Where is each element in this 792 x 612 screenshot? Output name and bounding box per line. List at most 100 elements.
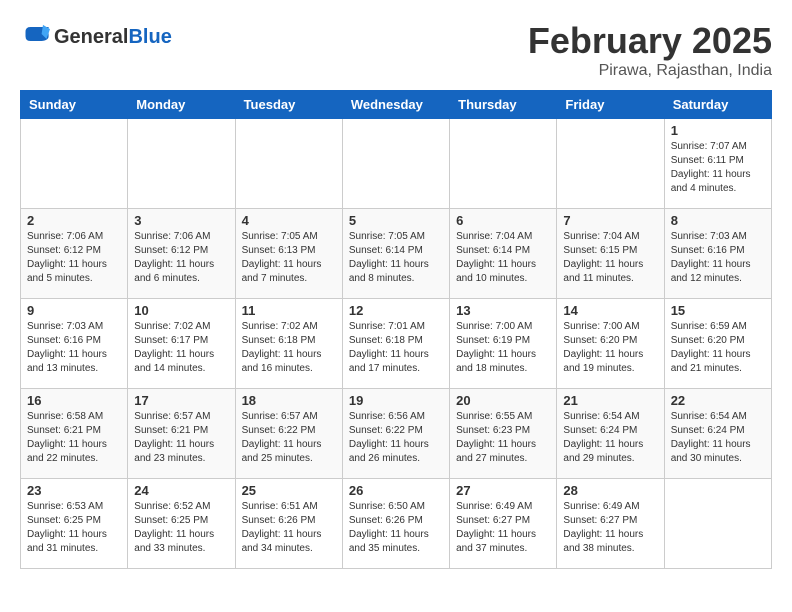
day-number: 12 <box>349 303 443 318</box>
calendar-cell: 14 Sunrise: 7:00 AM Sunset: 6:20 PM Dayli… <box>557 299 664 389</box>
day-info: Sunrise: 6:54 AM Sunset: 6:24 PM Dayligh… <box>671 410 765 466</box>
day-info: Sunrise: 6:59 AM Sunset: 6:20 PM Dayligh… <box>671 320 765 376</box>
day-info: Sunrise: 7:07 AM Sunset: 6:11 PM Dayligh… <box>671 140 765 196</box>
day-number: 2 <box>27 213 121 228</box>
col-header-monday: Monday <box>128 91 235 119</box>
day-info: Sunrise: 6:50 AM Sunset: 6:26 PM Dayligh… <box>349 500 443 556</box>
day-number: 22 <box>671 393 765 408</box>
day-number: 6 <box>456 213 550 228</box>
day-info: Sunrise: 6:57 AM Sunset: 6:22 PM Dayligh… <box>242 410 336 466</box>
calendar-cell: 9 Sunrise: 7:03 AM Sunset: 6:16 PM Daylig… <box>21 299 128 389</box>
calendar-cell: 12Sunrise: 7:01 AM Sunset: 6:18 PM Dayli… <box>342 299 449 389</box>
col-header-saturday: Saturday <box>664 91 771 119</box>
week-row-5: 23 Sunrise: 6:53 AM Sunset: 6:25 PM Dayli… <box>21 479 772 569</box>
day-info: Sunrise: 7:05 AM Sunset: 6:14 PM Dayligh… <box>349 230 443 286</box>
day-number: 5 <box>349 213 443 228</box>
logo-icon <box>22 20 50 48</box>
day-number: 4 <box>242 213 336 228</box>
day-number: 7 <box>563 213 657 228</box>
day-info: Sunrise: 6:55 AM Sunset: 6:23 PM Dayligh… <box>456 410 550 466</box>
day-number: 18 <box>242 393 336 408</box>
week-row-3: 9 Sunrise: 7:03 AM Sunset: 6:16 PM Daylig… <box>21 299 772 389</box>
sub-title: Pirawa, Rajasthan, India <box>528 62 772 80</box>
day-info: Sunrise: 7:04 AM Sunset: 6:15 PM Dayligh… <box>563 230 657 286</box>
calendar-cell: 27 Sunrise: 6:49 AM Sunset: 6:27 PM Dayli… <box>450 479 557 569</box>
day-number: 19 <box>349 393 443 408</box>
day-info: Sunrise: 7:00 AM Sunset: 6:20 PM Dayligh… <box>563 320 657 376</box>
day-info: Sunrise: 6:49 AM Sunset: 6:27 PM Dayligh… <box>563 500 657 556</box>
calendar-cell: 25Sunrise: 6:51 AM Sunset: 6:26 PM Dayli… <box>235 479 342 569</box>
day-number: 24 <box>134 483 228 498</box>
week-row-4: 16 Sunrise: 6:58 AM Sunset: 6:21 PM Dayli… <box>21 389 772 479</box>
day-info: Sunrise: 6:54 AM Sunset: 6:24 PM Dayligh… <box>563 410 657 466</box>
col-header-friday: Friday <box>557 91 664 119</box>
calendar-cell: 23 Sunrise: 6:53 AM Sunset: 6:25 PM Dayli… <box>21 479 128 569</box>
day-number: 16 <box>27 393 121 408</box>
day-number: 13 <box>456 303 550 318</box>
day-info: Sunrise: 7:00 AM Sunset: 6:19 PM Dayligh… <box>456 320 550 376</box>
day-number: 9 <box>27 303 121 318</box>
calendar-cell: 2 Sunrise: 7:06 AM Sunset: 6:12 PM Daylig… <box>21 209 128 299</box>
day-number: 15 <box>671 303 765 318</box>
day-info: Sunrise: 7:04 AM Sunset: 6:14 PM Dayligh… <box>456 230 550 286</box>
week-row-1: 1 Sunrise: 7:07 AM Sunset: 6:11 PM Daylig… <box>21 119 772 209</box>
main-title: February 2025 <box>528 20 772 62</box>
calendar-cell <box>450 119 557 209</box>
calendar-cell: 15 Sunrise: 6:59 AM Sunset: 6:20 PM Dayli… <box>664 299 771 389</box>
day-number: 23 <box>27 483 121 498</box>
day-info: Sunrise: 6:52 AM Sunset: 6:25 PM Dayligh… <box>134 500 228 556</box>
day-info: Sunrise: 7:06 AM Sunset: 6:12 PM Dayligh… <box>27 230 121 286</box>
day-info: Sunrise: 6:58 AM Sunset: 6:21 PM Dayligh… <box>27 410 121 466</box>
day-number: 8 <box>671 213 765 228</box>
col-header-wednesday: Wednesday <box>342 91 449 119</box>
calendar-cell: 28 Sunrise: 6:49 AM Sunset: 6:27 PM Dayli… <box>557 479 664 569</box>
day-number: 1 <box>671 123 765 138</box>
day-info: Sunrise: 7:05 AM Sunset: 6:13 PM Dayligh… <box>242 230 336 286</box>
day-number: 25 <box>242 483 336 498</box>
col-header-thursday: Thursday <box>450 91 557 119</box>
day-info: Sunrise: 6:57 AM Sunset: 6:21 PM Dayligh… <box>134 410 228 466</box>
calendar-cell: 13 Sunrise: 7:00 AM Sunset: 6:19 PM Dayli… <box>450 299 557 389</box>
day-number: 27 <box>456 483 550 498</box>
calendar-cell: 8Sunrise: 7:03 AM Sunset: 6:16 PM Daylig… <box>664 209 771 299</box>
calendar-cell: 6 Sunrise: 7:04 AM Sunset: 6:14 PM Daylig… <box>450 209 557 299</box>
calendar-cell: 1 Sunrise: 7:07 AM Sunset: 6:11 PM Daylig… <box>664 119 771 209</box>
day-number: 20 <box>456 393 550 408</box>
day-number: 14 <box>563 303 657 318</box>
calendar-cell: 21 Sunrise: 6:54 AM Sunset: 6:24 PM Dayli… <box>557 389 664 479</box>
col-header-tuesday: Tuesday <box>235 91 342 119</box>
day-number: 10 <box>134 303 228 318</box>
calendar-cell: 22 Sunrise: 6:54 AM Sunset: 6:24 PM Dayli… <box>664 389 771 479</box>
calendar-cell: 4 Sunrise: 7:05 AM Sunset: 6:13 PM Daylig… <box>235 209 342 299</box>
calendar-cell <box>557 119 664 209</box>
logo-blue: Blue <box>128 26 171 48</box>
day-info: Sunrise: 6:49 AM Sunset: 6:27 PM Dayligh… <box>456 500 550 556</box>
calendar-cell <box>664 479 771 569</box>
calendar-cell: 26 Sunrise: 6:50 AM Sunset: 6:26 PM Dayli… <box>342 479 449 569</box>
calendar-cell: 16 Sunrise: 6:58 AM Sunset: 6:21 PM Dayli… <box>21 389 128 479</box>
day-number: 28 <box>563 483 657 498</box>
day-info: Sunrise: 7:03 AM Sunset: 6:16 PM Dayligh… <box>27 320 121 376</box>
day-info: Sunrise: 7:02 AM Sunset: 6:17 PM Dayligh… <box>134 320 228 376</box>
calendar-cell <box>342 119 449 209</box>
logo: GeneralBlue <box>20 20 172 53</box>
week-row-2: 2 Sunrise: 7:06 AM Sunset: 6:12 PM Daylig… <box>21 209 772 299</box>
calendar-cell: 7 Sunrise: 7:04 AM Sunset: 6:15 PM Daylig… <box>557 209 664 299</box>
calendar-cell <box>235 119 342 209</box>
day-info: Sunrise: 6:53 AM Sunset: 6:25 PM Dayligh… <box>27 500 121 556</box>
calendar-cell: 24 Sunrise: 6:52 AM Sunset: 6:25 PM Dayli… <box>128 479 235 569</box>
day-number: 26 <box>349 483 443 498</box>
logo-general: General <box>54 26 128 48</box>
calendar-cell: 19Sunrise: 6:56 AM Sunset: 6:22 PM Dayli… <box>342 389 449 479</box>
calendar-table: SundayMondayTuesdayWednesdayThursdayFrid… <box>20 90 772 569</box>
day-number: 21 <box>563 393 657 408</box>
calendar-cell: 3Sunrise: 7:06 AM Sunset: 6:12 PM Daylig… <box>128 209 235 299</box>
page-header: GeneralBlue February 2025 Pirawa, Rajast… <box>20 20 772 80</box>
calendar-cell: 18 Sunrise: 6:57 AM Sunset: 6:22 PM Dayli… <box>235 389 342 479</box>
day-info: Sunrise: 7:02 AM Sunset: 6:18 PM Dayligh… <box>242 320 336 376</box>
calendar-cell: 17Sunrise: 6:57 AM Sunset: 6:21 PM Dayli… <box>128 389 235 479</box>
day-number: 3 <box>134 213 228 228</box>
calendar-cell: 11Sunrise: 7:02 AM Sunset: 6:18 PM Dayli… <box>235 299 342 389</box>
calendar-cell: 10 Sunrise: 7:02 AM Sunset: 6:17 PM Dayli… <box>128 299 235 389</box>
calendar-cell <box>21 119 128 209</box>
